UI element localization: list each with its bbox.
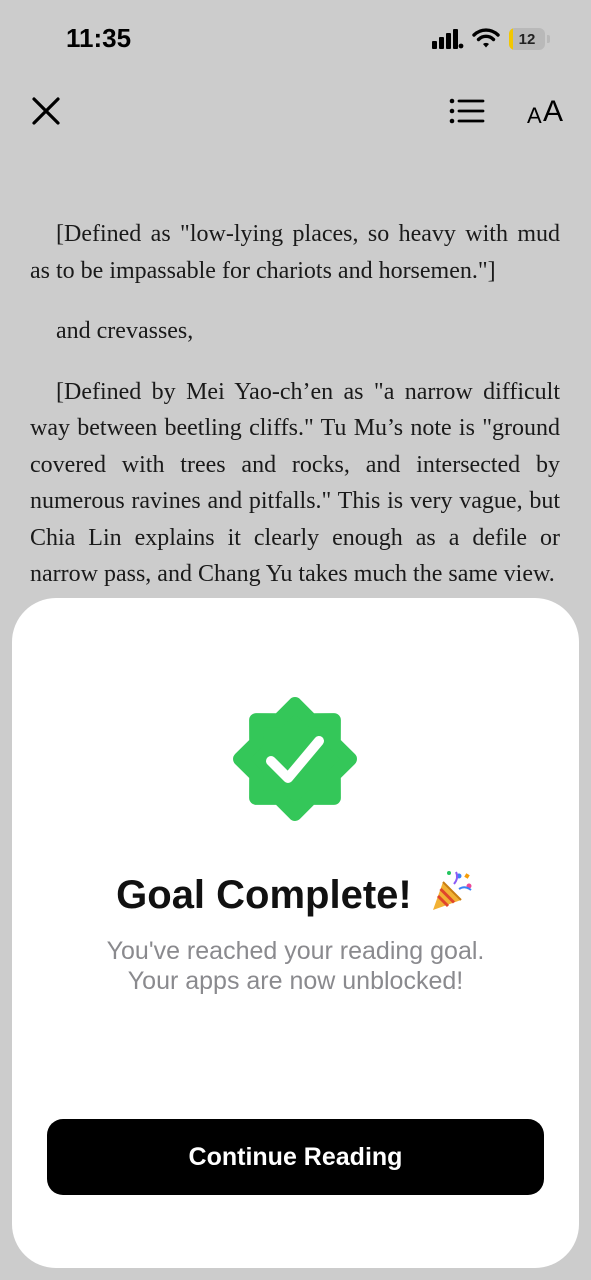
goal-complete-message: You've reached your reading goal. Your a… bbox=[52, 936, 539, 996]
message-line: Your apps are now unblocked! bbox=[127, 967, 464, 995]
wifi-icon bbox=[472, 28, 500, 48]
status-time: 11:35 bbox=[66, 23, 132, 53]
signal-icon bbox=[432, 29, 464, 49]
party-popper-icon bbox=[432, 871, 472, 910]
close-icon[interactable] bbox=[26, 91, 66, 131]
title-text: Goal Complete! bbox=[116, 873, 412, 917]
table-of-contents-icon[interactable] bbox=[446, 93, 488, 129]
font-large-glyph: A bbox=[543, 95, 564, 128]
font-size-button[interactable]: A A bbox=[524, 91, 570, 131]
verified-check-badge-icon bbox=[233, 697, 357, 821]
font-small-glyph: A bbox=[527, 103, 542, 128]
message-line: You've reached your reading goal. bbox=[106, 937, 485, 965]
paragraph: [Defined by Mei Yao-ch’en as "a narrow d… bbox=[30, 378, 560, 588]
goal-complete-sheet: Goal Complete! You've reached your readi… bbox=[12, 598, 579, 1268]
battery-icon: 12 bbox=[509, 28, 545, 50]
goal-complete-title: Goal Complete! bbox=[12, 868, 579, 918]
battery-cap bbox=[547, 35, 550, 43]
reader-toolbar: A A bbox=[0, 85, 591, 137]
paragraph: and crevasses, bbox=[56, 318, 194, 344]
book-text: [Defined as "low-lying places, so heavy … bbox=[30, 216, 560, 617]
paragraph: [Defined as "low-lying places, so heavy … bbox=[30, 221, 560, 284]
continue-reading-button[interactable]: Continue Reading bbox=[47, 1119, 544, 1195]
status-bar: 11:35 12 bbox=[0, 0, 591, 80]
battery-level: 12 bbox=[518, 31, 536, 48]
